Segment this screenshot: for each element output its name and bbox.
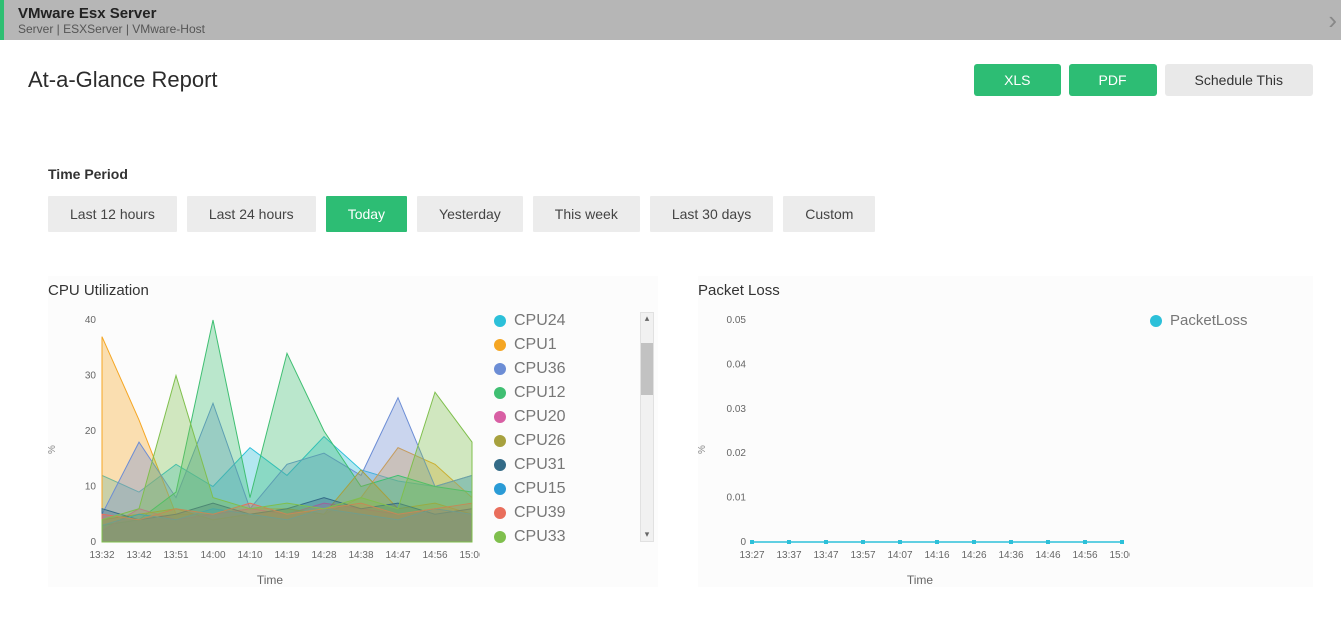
svg-text:13:42: 13:42 bbox=[126, 550, 151, 561]
svg-text:14:36: 14:36 bbox=[998, 550, 1023, 561]
time-period-this-week[interactable]: This week bbox=[533, 196, 640, 232]
svg-text:0.03: 0.03 bbox=[727, 404, 747, 415]
cpu-panel-title: CPU Utilization bbox=[48, 282, 658, 299]
packet-y-axis-label: % bbox=[697, 445, 708, 454]
cpu-legend-scrollbar[interactable]: ▴ ▾ bbox=[640, 312, 654, 542]
time-period-chips: Last 12 hours Last 24 hours Today Yesterday… bbox=[48, 196, 1313, 232]
svg-text:14:47: 14:47 bbox=[385, 550, 410, 561]
legend-item-cpu36[interactable]: CPU36 bbox=[494, 360, 658, 378]
legend-label: CPU20 bbox=[514, 408, 566, 426]
legend-label: CPU12 bbox=[514, 384, 566, 402]
svg-text:15:06: 15:06 bbox=[459, 550, 480, 561]
legend-label: CPU15 bbox=[514, 480, 566, 498]
svg-text:14:16: 14:16 bbox=[924, 550, 949, 561]
packet-chart: 0 0.01 0.02 0.03 0.04 0.05 13:27 13:37 13:47 13:5… bbox=[710, 312, 1130, 562]
svg-text:13:32: 13:32 bbox=[89, 550, 114, 561]
time-period-custom[interactable]: Custom bbox=[783, 196, 875, 232]
svg-text:14:10: 14:10 bbox=[237, 550, 262, 561]
legend-dot-icon bbox=[494, 387, 506, 399]
xls-button[interactable]: XLS bbox=[974, 64, 1060, 96]
legend-item-packetloss[interactable]: PacketLoss bbox=[1150, 312, 1313, 329]
legend-dot-icon bbox=[494, 363, 506, 375]
svg-text:0.05: 0.05 bbox=[727, 315, 747, 326]
legend-item-cpu20[interactable]: CPU20 bbox=[494, 408, 658, 426]
pdf-button[interactable]: PDF bbox=[1069, 64, 1157, 96]
svg-text:14:00: 14:00 bbox=[200, 550, 225, 561]
cpu-legend: CPU24 CPU1 CPU36 CPU12 CPU20 CPU26 CPU31 CPU15 C… bbox=[494, 312, 658, 546]
legend-dot-icon bbox=[494, 531, 506, 543]
legend-label: CPU36 bbox=[514, 360, 566, 378]
time-period-today[interactable]: Today bbox=[326, 196, 407, 232]
legend-item-cpu24[interactable]: CPU24 bbox=[494, 312, 658, 330]
legend-label: CPU1 bbox=[514, 336, 557, 354]
time-period-last-24-hours[interactable]: Last 24 hours bbox=[187, 196, 316, 232]
legend-item-cpu33[interactable]: CPU33 bbox=[494, 528, 658, 546]
svg-text:15:06: 15:06 bbox=[1109, 550, 1130, 561]
packet-x-axis-label: Time bbox=[710, 573, 1130, 587]
legend-item-cpu39[interactable]: CPU39 bbox=[494, 504, 658, 522]
svg-text:14:26: 14:26 bbox=[961, 550, 986, 561]
packet-panel-title: Packet Loss bbox=[698, 282, 1313, 299]
time-period-last-12-hours[interactable]: Last 12 hours bbox=[48, 196, 177, 232]
svg-text:13:57: 13:57 bbox=[850, 550, 875, 561]
legend-dot-icon bbox=[494, 507, 506, 519]
expand-chevron-icon[interactable]: › bbox=[1328, 0, 1341, 40]
time-period-yesterday[interactable]: Yesterday bbox=[417, 196, 523, 232]
svg-text:14:56: 14:56 bbox=[1072, 550, 1097, 561]
svg-text:14:46: 14:46 bbox=[1035, 550, 1060, 561]
svg-text:0.01: 0.01 bbox=[727, 493, 747, 504]
svg-text:13:27: 13:27 bbox=[739, 550, 764, 561]
packet-legend: PacketLoss bbox=[1150, 312, 1313, 329]
legend-dot-icon bbox=[494, 339, 506, 351]
svg-text:10: 10 bbox=[85, 482, 97, 493]
legend-label: CPU31 bbox=[514, 456, 566, 474]
svg-text:20: 20 bbox=[85, 426, 97, 437]
legend-dot-icon bbox=[494, 315, 506, 327]
legend-dot-icon bbox=[494, 435, 506, 447]
svg-text:13:47: 13:47 bbox=[813, 550, 838, 561]
svg-text:0: 0 bbox=[740, 537, 746, 548]
time-period-last-30-days[interactable]: Last 30 days bbox=[650, 196, 773, 232]
svg-text:40: 40 bbox=[85, 315, 97, 326]
time-period-label: Time Period bbox=[48, 166, 1313, 182]
legend-dot-icon bbox=[1150, 315, 1162, 327]
legend-item-cpu15[interactable]: CPU15 bbox=[494, 480, 658, 498]
svg-text:14:07: 14:07 bbox=[887, 550, 912, 561]
svg-text:13:37: 13:37 bbox=[776, 550, 801, 561]
legend-item-cpu31[interactable]: CPU31 bbox=[494, 456, 658, 474]
svg-text:0.04: 0.04 bbox=[727, 359, 747, 370]
scroll-up-icon[interactable]: ▴ bbox=[641, 313, 653, 325]
scroll-thumb[interactable] bbox=[641, 343, 653, 395]
svg-text:14:38: 14:38 bbox=[348, 550, 373, 561]
server-title: VMware Esx Server bbox=[18, 5, 205, 22]
legend-label: CPU24 bbox=[514, 312, 566, 330]
svg-text:14:56: 14:56 bbox=[422, 550, 447, 561]
cpu-y-axis-label: % bbox=[47, 445, 58, 454]
legend-dot-icon bbox=[494, 411, 506, 423]
legend-item-cpu12[interactable]: CPU12 bbox=[494, 384, 658, 402]
scroll-down-icon[interactable]: ▾ bbox=[641, 529, 653, 541]
breadcrumb: Server | ESXServer | VMware-Host bbox=[18, 22, 205, 36]
schedule-button[interactable]: Schedule This bbox=[1165, 64, 1313, 96]
legend-dot-icon bbox=[494, 459, 506, 471]
page-title: At-a-Glance Report bbox=[28, 67, 218, 93]
cpu-x-axis-label: Time bbox=[60, 573, 480, 587]
legend-label: PacketLoss bbox=[1170, 312, 1248, 329]
legend-item-cpu26[interactable]: CPU26 bbox=[494, 432, 658, 450]
cpu-chart: 0 10 20 30 40 13:32 13:42 13:51 14:00 14:10 14:19 1… bbox=[60, 312, 480, 562]
legend-label: CPU33 bbox=[514, 528, 566, 546]
svg-text:0: 0 bbox=[90, 537, 96, 548]
svg-text:13:51: 13:51 bbox=[163, 550, 188, 561]
legend-label: CPU39 bbox=[514, 504, 566, 522]
legend-dot-icon bbox=[494, 483, 506, 495]
legend-label: CPU26 bbox=[514, 432, 566, 450]
legend-item-cpu1[interactable]: CPU1 bbox=[494, 336, 658, 354]
svg-text:0.02: 0.02 bbox=[727, 448, 747, 459]
svg-text:14:19: 14:19 bbox=[274, 550, 299, 561]
svg-text:14:28: 14:28 bbox=[311, 550, 336, 561]
svg-text:30: 30 bbox=[85, 371, 97, 382]
topbar: VMware Esx Server Server | ESXServer | V… bbox=[0, 0, 1341, 40]
